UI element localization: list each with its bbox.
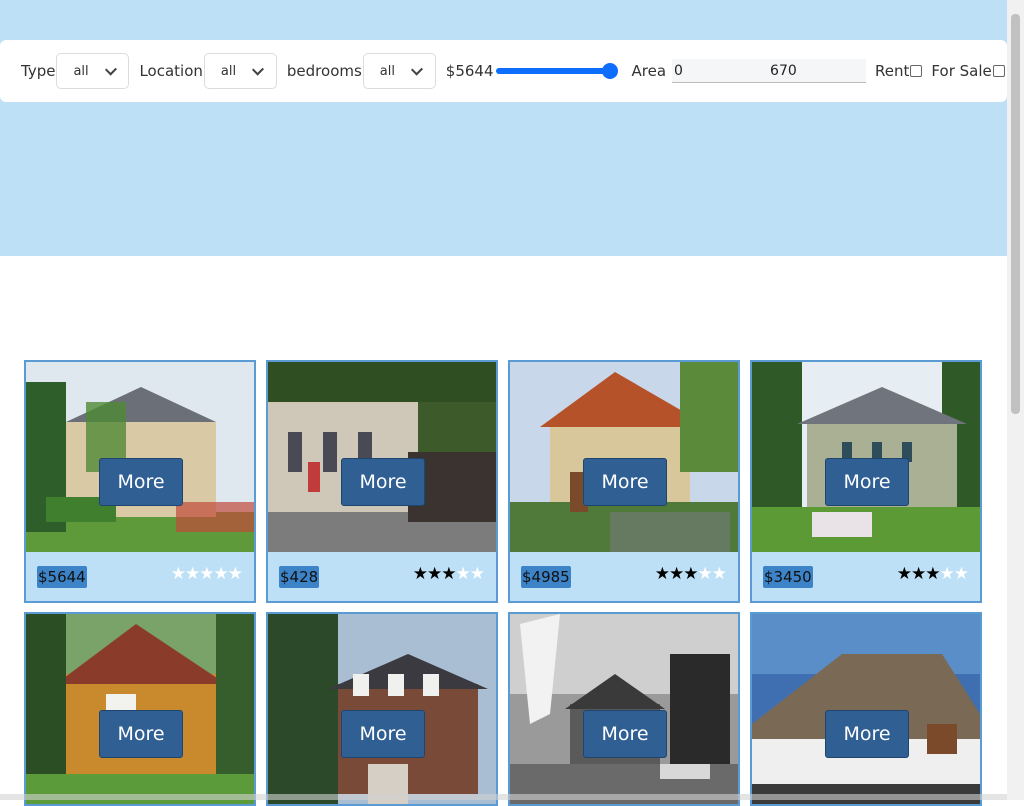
location-select-value: all: [220, 63, 237, 79]
price-badge: $4985: [521, 566, 571, 588]
bedrooms-label: bedrooms: [286, 62, 362, 80]
house-photo: More: [26, 614, 254, 804]
type-select[interactable]: all: [56, 53, 130, 89]
for-sale-label: For Sale: [931, 62, 992, 80]
card-footer: $4985 ★★★★★: [510, 552, 738, 601]
house-photo: More: [268, 614, 496, 804]
more-button[interactable]: More: [341, 710, 425, 758]
listing-card: More: [24, 612, 256, 806]
price-badge: $5644: [37, 566, 87, 588]
more-button[interactable]: More: [99, 710, 183, 758]
more-button[interactable]: More: [583, 710, 667, 758]
price-badge: $428: [279, 566, 320, 588]
house-photo: More: [752, 362, 980, 552]
listing-card: More: [750, 612, 982, 806]
type-select-value: all: [73, 63, 89, 79]
more-button[interactable]: More: [825, 710, 909, 758]
area-label: Area: [631, 62, 667, 80]
price-slider-track: [495, 68, 616, 74]
listing-card: More $5644 ★★★★★: [24, 360, 256, 603]
location-label: Location: [139, 62, 203, 80]
card-footer: $5644 ★★★★★: [26, 552, 254, 601]
filter-bar: Type all Location all bedrooms all $5644…: [0, 40, 1007, 102]
price-value: $5644: [445, 62, 494, 80]
hero-banner: [0, 0, 1007, 256]
listing-card: More: [266, 612, 498, 806]
card-footer: $3450 ★★★★★: [752, 552, 980, 601]
card-footer: $428 ★★★★★: [268, 552, 496, 601]
listing-card: More $4985 ★★★★★: [508, 360, 740, 603]
star-rating: ★★★★★: [896, 564, 969, 584]
house-photo: More: [26, 362, 254, 552]
chevron-down-icon: [104, 63, 117, 75]
listing-card: More $428 ★★★★★: [266, 360, 498, 603]
type-label: Type: [21, 62, 56, 80]
more-button[interactable]: More: [825, 458, 909, 506]
area-min-input[interactable]: [672, 59, 769, 83]
horizontal-scrollbar[interactable]: [0, 794, 1007, 800]
bedrooms-select[interactable]: all: [362, 53, 436, 89]
area-max-input[interactable]: [768, 59, 867, 83]
star-rating: ★★★★★: [170, 564, 243, 584]
more-button[interactable]: More: [341, 458, 425, 506]
bedrooms-select-value: all: [379, 63, 395, 79]
price-slider-handle[interactable]: [601, 63, 618, 79]
chevron-down-icon: [252, 63, 264, 75]
house-photo: More: [268, 362, 496, 552]
rent-checkbox[interactable]: [910, 65, 923, 77]
star-rating: ★★★★★: [654, 564, 727, 584]
listing-card: More: [508, 612, 740, 806]
listing-card: More $3450 ★★★★★: [750, 360, 982, 603]
rent-label: Rent: [875, 62, 910, 80]
location-select[interactable]: all: [203, 53, 277, 89]
house-photo: More: [510, 362, 738, 552]
vertical-scrollbar[interactable]: [1007, 0, 1024, 800]
for-sale-checkbox[interactable]: [992, 65, 1005, 77]
chevron-down-icon: [410, 63, 423, 75]
price-badge: $3450: [763, 566, 813, 588]
price-slider[interactable]: [495, 63, 618, 79]
house-photo: More: [752, 614, 980, 804]
star-rating: ★★★★★: [412, 564, 485, 584]
more-button[interactable]: More: [99, 458, 183, 506]
scrollbar-thumb[interactable]: [1011, 14, 1020, 414]
more-button[interactable]: More: [583, 458, 667, 506]
house-photo: More: [510, 614, 738, 804]
